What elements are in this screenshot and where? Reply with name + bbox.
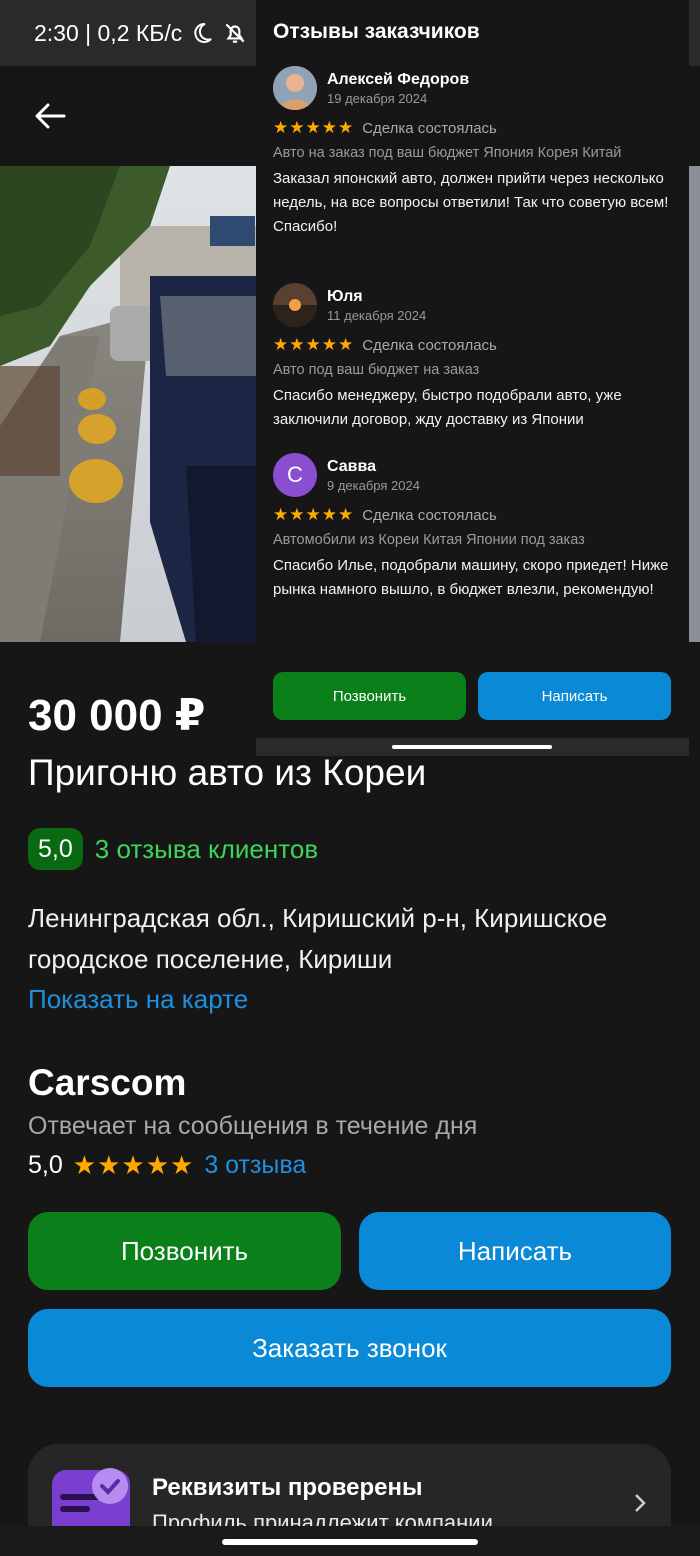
overlay-title: Отзывы заказчиков (273, 20, 480, 43)
deal-status: Сделка состоялась (362, 119, 497, 137)
seller-rating-row: 5,0 ★★★★★ 3 отзыва (28, 1150, 306, 1181)
moon-icon (194, 22, 213, 43)
seller-rating-value: 5,0 (28, 1151, 63, 1179)
order-call-button[interactable]: Заказать звонок (28, 1309, 671, 1387)
review-item-title[interactable]: Авто под ваш бюджет на заказ (273, 359, 673, 381)
overlay-write-button[interactable]: Написать (478, 672, 671, 720)
review-item-title[interactable]: Авто на заказ под ваш бюджет Япония Коре… (273, 142, 673, 164)
overlay-home-indicator[interactable] (392, 745, 552, 749)
call-button[interactable]: Позвонить (28, 1212, 341, 1290)
review-date: 9 декабря 2024 (327, 477, 420, 493)
review-card: Алексей Федоров 19 декабря 2024 ★★★★★ Сд… (273, 66, 673, 239)
review-date: 19 декабря 2024 (327, 90, 428, 106)
client-reviews-link[interactable]: 3 отзыва клиентов (95, 834, 318, 865)
back-button[interactable] (30, 96, 70, 136)
arrow-left-icon (35, 103, 66, 129)
review-text: Заказал японский авто, должен прийти чер… (273, 170, 669, 235)
bell-off-icon (225, 23, 245, 43)
home-indicator[interactable] (222, 1539, 478, 1545)
review-text: Спасибо Илье, подобрали машину, скоро пр… (273, 557, 669, 598)
photo-edge (689, 166, 700, 642)
verified-title: Реквизиты проверены (152, 1474, 423, 1501)
reviewer-name: Юля (327, 287, 363, 305)
review-text: Спасибо менеджеру, быстро подобрали авто… (273, 387, 622, 428)
reviews-overlay: Отзывы заказчиков Алексей Федоров 19 дек… (256, 0, 689, 756)
reviewer-avatar: С (273, 453, 317, 497)
listing-price: 30 000 ₽ (28, 691, 206, 740)
star-rating-icon: ★★★★★ (273, 335, 355, 354)
rating-badge: 5,0 (28, 828, 83, 870)
star-rating-icon: ★★★★★ (72, 1150, 195, 1180)
review-item-title[interactable]: Автомобили из Кореи Китая Японии под зак… (273, 529, 673, 551)
status-time: 2:30 | 0,2 КБ/с (34, 19, 183, 46)
overlay-call-button[interactable]: Позвонить (273, 672, 466, 720)
deal-status: Сделка состоялась (362, 336, 497, 354)
write-button[interactable]: Написать (359, 1212, 671, 1290)
reviewer-name: Савва (327, 457, 377, 475)
reviewer-avatar (273, 283, 317, 327)
chevron-right-icon (633, 1492, 647, 1520)
reviewer-avatar (273, 66, 317, 110)
listing-address: Ленинградская обл., Киришский р-н, Кириш… (28, 903, 608, 974)
review-card: С Савва 9 декабря 2024 ★★★★★ Сделка сост… (273, 453, 673, 602)
listing-rating-row: 5,0 3 отзыва клиентов (28, 828, 318, 870)
deal-status: Сделка состоялась (362, 506, 497, 524)
show-on-map-link[interactable]: Показать на карте (28, 984, 248, 1015)
star-rating-icon: ★★★★★ (273, 505, 355, 524)
reviewer-name: Алексей Федоров (327, 70, 470, 88)
star-rating-icon: ★★★★★ (273, 118, 355, 137)
listing-title: Пригоню авто из Кореи (28, 752, 427, 793)
seller-reply-time: Отвечает на сообщения в течение дня (28, 1112, 478, 1140)
review-date: 11 декабря 2024 (327, 307, 427, 323)
seller-name[interactable]: Carscom (28, 1062, 186, 1104)
review-card: Юля 11 декабря 2024 ★★★★★ Сделка состоял… (273, 283, 673, 432)
seller-reviews-link[interactable]: 3 отзыва (204, 1151, 306, 1180)
